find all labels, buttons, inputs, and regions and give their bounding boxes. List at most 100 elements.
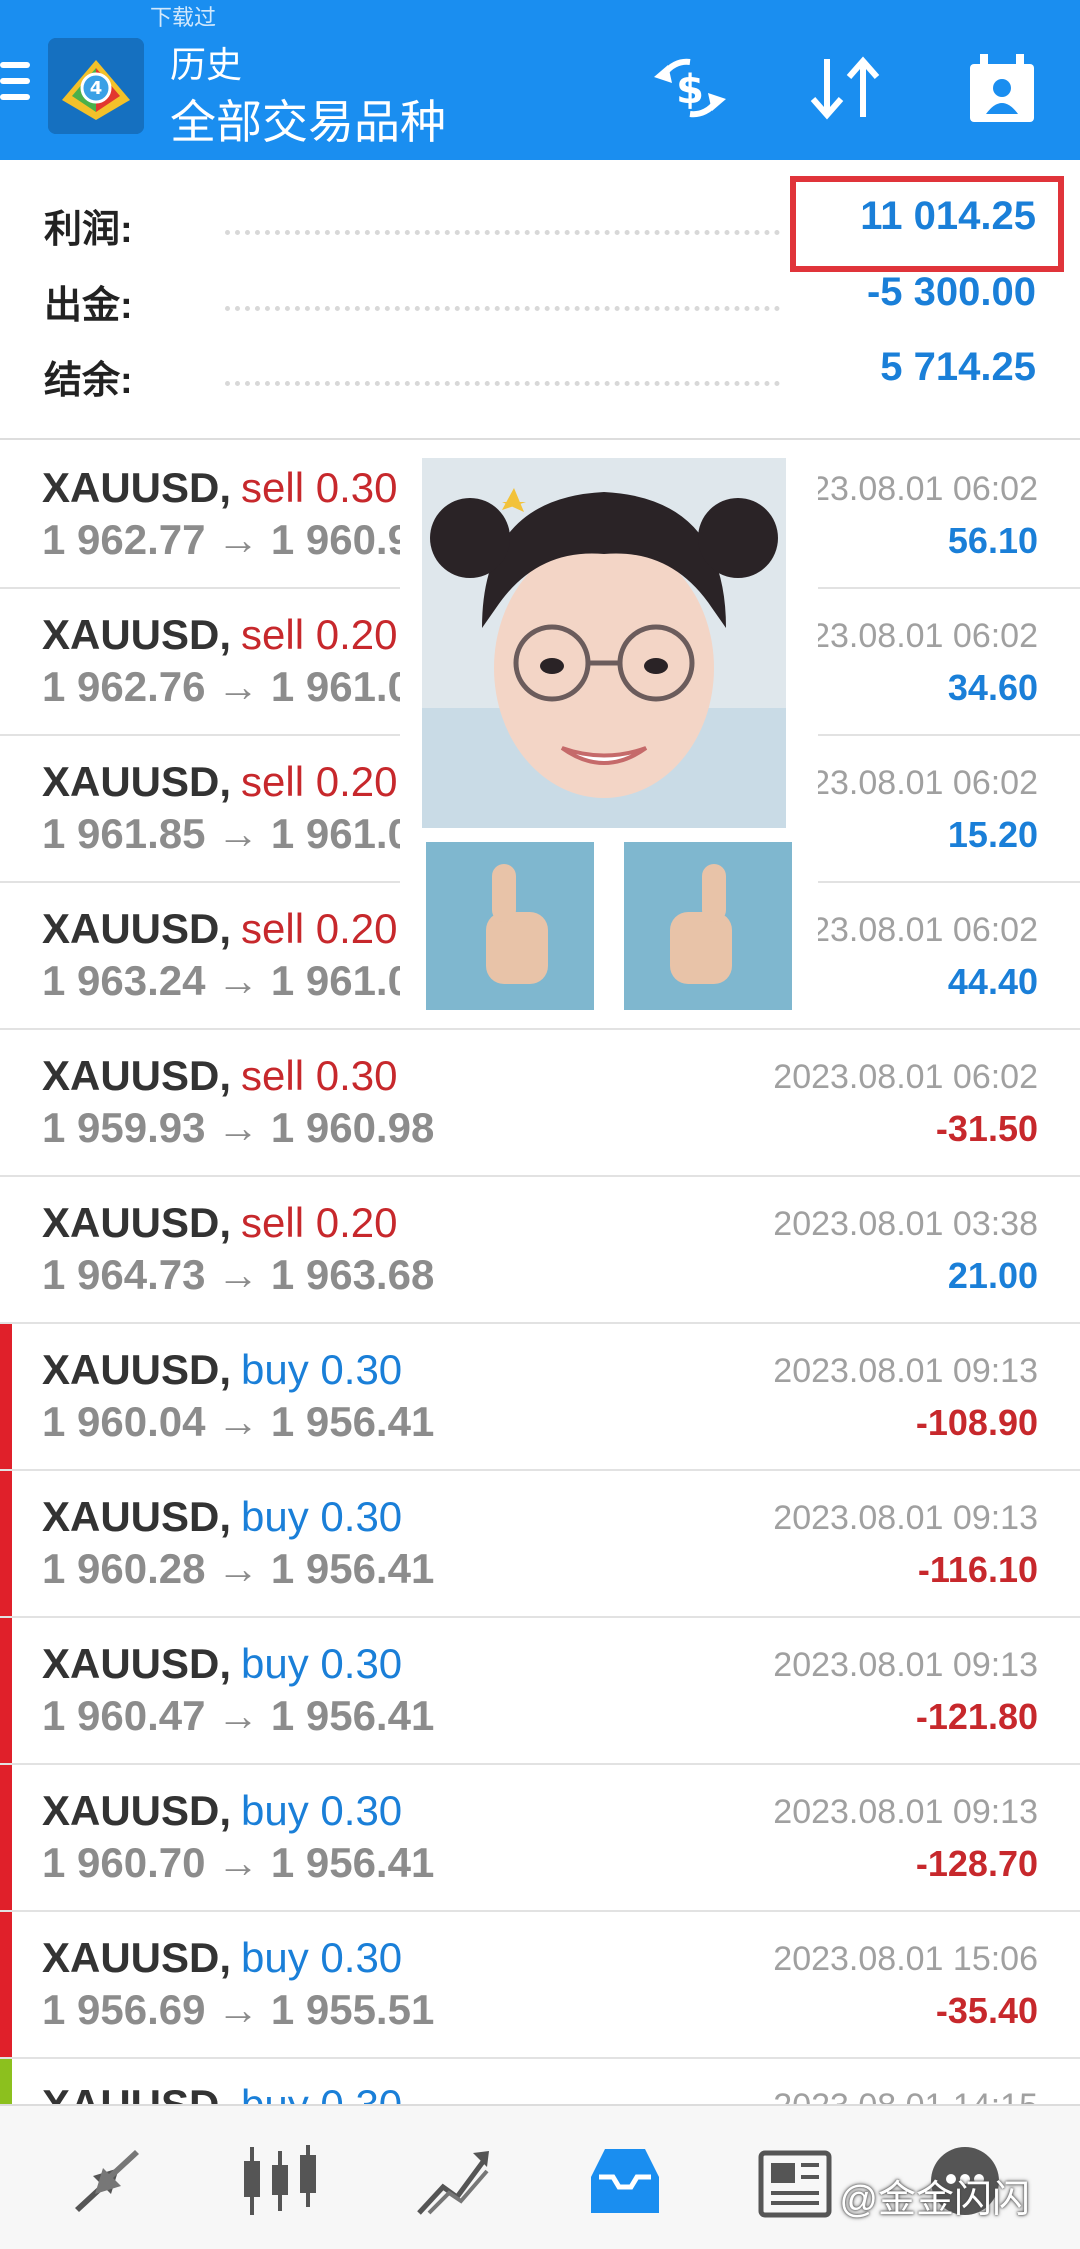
status-bar [0,1618,12,1763]
nav-news[interactable] [752,2136,842,2226]
trade-prices: 1 962.76 → 1 961.0 [42,663,411,710]
status-strip: 下载过 [150,5,217,30]
nav-quotes[interactable] [62,2136,152,2226]
trade-prices: 1 960.70 → 1 956.41 [42,1839,435,1886]
trade-profit: 34.60 [947,667,1038,708]
trade-prices: 1 960.04 → 1 956.41 [42,1398,435,1445]
page-title: 历史 [170,44,243,85]
trade-row[interactable]: XAUUSD, buy 0.30 1 960.47 → 1 956.41 2023… [0,1618,1080,1765]
trade-time: 2023.08.01 03:38 [773,1205,1038,1243]
dollar-swap-icon: $ [654,58,726,118]
trade-symbol: XAUUSD, [42,1493,232,1540]
trade-row[interactable]: XAUUSD, sell 0.30 1 959.93 → 1 960.98 202… [0,1030,1080,1177]
balance-row: 结余: 5 714.25 [0,335,1080,410]
trade-prices: 1 964.73 → 1 963.68 [42,1251,435,1298]
trade-row[interactable]: XAUUSD, buy 0.30 1 960.70 → 1 956.41 2023… [0,1765,1080,1912]
trade-time: 2023.08.01 09:13 [773,1646,1038,1684]
dotted-leader [225,381,780,386]
trade-time: 2023.08.01 15:06 [773,1940,1038,1978]
trade-profit: 21.00 [947,1255,1038,1296]
trade-prices: 1 962.77 → 1 960.9 [42,516,411,563]
status-bar [0,1177,12,1322]
profit-label: 利润: [44,209,133,251]
trade-symbol: XAUUSD, [42,1934,232,1981]
nav-history[interactable] [580,2136,670,2226]
trade-symbol: XAUUSD, [42,1787,232,1834]
meme-sticker-overlay [400,444,818,1028]
meme-face-image [422,458,786,828]
trade-side: sell 0.20 [241,905,398,952]
bottom-navigation: @金金闪闪 [0,2104,1080,2249]
trade-symbol: XAUUSD, [42,1640,232,1687]
trade-time: 023.08.01 06:02 [792,470,1038,508]
trade-profit: 15.20 [947,814,1038,855]
trade-profit: -121.80 [915,1696,1038,1737]
trade-prices: 1 960.28 → 1 956.41 [42,1545,435,1592]
svg-text:$: $ [676,67,704,113]
withdrawal-row: 出金: -5 300.00 [0,260,1080,335]
trade-symbol: XAUUSD, [42,1199,232,1246]
trade-time: 023.08.01 06:02 [792,617,1038,655]
trade-row[interactable]: XAUUSD, buy 0.30 1 956.69 → 1 955.51 2023… [0,1912,1080,2059]
trade-side: buy 0.30 [241,1493,403,1540]
chart-icon [244,2145,316,2215]
trade-prices: 1 960.47 → 1 956.41 [42,1692,435,1739]
trade-side: sell 0.30 [241,1052,398,1099]
thumbs-up-icon [426,842,594,1010]
trade-side: sell 0.20 [241,1199,398,1246]
mt4-logo: 4 [48,38,144,134]
trade-time: 023.08.01 06:02 [792,911,1038,949]
balance-value: 5 714.25 [880,345,1036,389]
dotted-leader [225,306,780,311]
nav-trade[interactable] [408,2136,498,2226]
trade-time: 2023.08.01 06:02 [773,1058,1038,1096]
trade-symbol: XAUUSD, [42,464,232,511]
status-bar [0,1324,12,1469]
calendar-button[interactable] [962,48,1042,128]
trade-prices: 1 956.69 → 1 955.51 [42,1986,435,2033]
currency-filter-button[interactable]: $ [650,48,730,128]
status-bar [0,442,12,587]
sort-button[interactable] [805,48,885,128]
status-bar [0,1765,12,1910]
svg-text:4: 4 [90,78,103,99]
withdrawal-label: 出金: [44,285,133,327]
trade-profit: -35.40 [935,1990,1038,2031]
status-bar [0,1030,12,1175]
news-icon [758,2150,832,2218]
status-bar [0,1471,12,1616]
profit-highlight-box [790,176,1064,272]
trade-symbol: XAUUSD, [42,1052,232,1099]
trade-profit: -108.90 [915,1402,1038,1443]
trade-time: 2023.08.01 09:13 [773,1499,1038,1537]
trade-time: 023.08.01 06:02 [792,764,1038,802]
trade-prices: 1 961.85 → 1 961.0 [42,810,411,857]
trade-profit: -128.70 [915,1843,1038,1884]
status-bar [0,1912,12,2057]
trade-symbol: XAUUSD, [42,758,232,805]
trade-profit: 44.40 [947,961,1038,1002]
trade-row[interactable]: XAUUSD, buy 0.30 1 960.04 → 1 956.41 2023… [0,1324,1080,1471]
trade-row[interactable]: XAUUSD, buy 0.30 1 960.28 → 1 956.41 2023… [0,1471,1080,1618]
trade-prices: 1 963.24 → 1 961.0 [42,957,411,1004]
trade-time: 2023.08.01 09:13 [773,1352,1038,1390]
sort-arrows-icon [810,56,880,120]
trade-prices: 1 959.93 → 1 960.98 [42,1104,435,1151]
trade-row[interactable]: XAUUSD, sell 0.20 1 964.73 → 1 963.68 202… [0,1177,1080,1324]
trade-side: buy 0.30 [241,1640,403,1687]
trade-icon [417,2151,489,2215]
trade-side: buy 0.30 [241,1346,403,1393]
nav-chart[interactable] [235,2136,325,2226]
menu-icon[interactable] [0,62,30,110]
trade-profit: -31.50 [935,1108,1038,1149]
trade-profit: 56.10 [947,520,1038,561]
status-bar [0,589,12,734]
trade-side: sell 0.30 [241,464,398,511]
status-bar [0,736,12,881]
symbol-filter[interactable]: 全部交易品种 [170,86,446,152]
trade-symbol: XAUUSD, [42,905,232,952]
trade-side: sell 0.20 [241,758,398,805]
withdrawal-value: -5 300.00 [866,270,1036,314]
history-icon [591,2149,659,2213]
trade-symbol: XAUUSD, [42,611,232,658]
